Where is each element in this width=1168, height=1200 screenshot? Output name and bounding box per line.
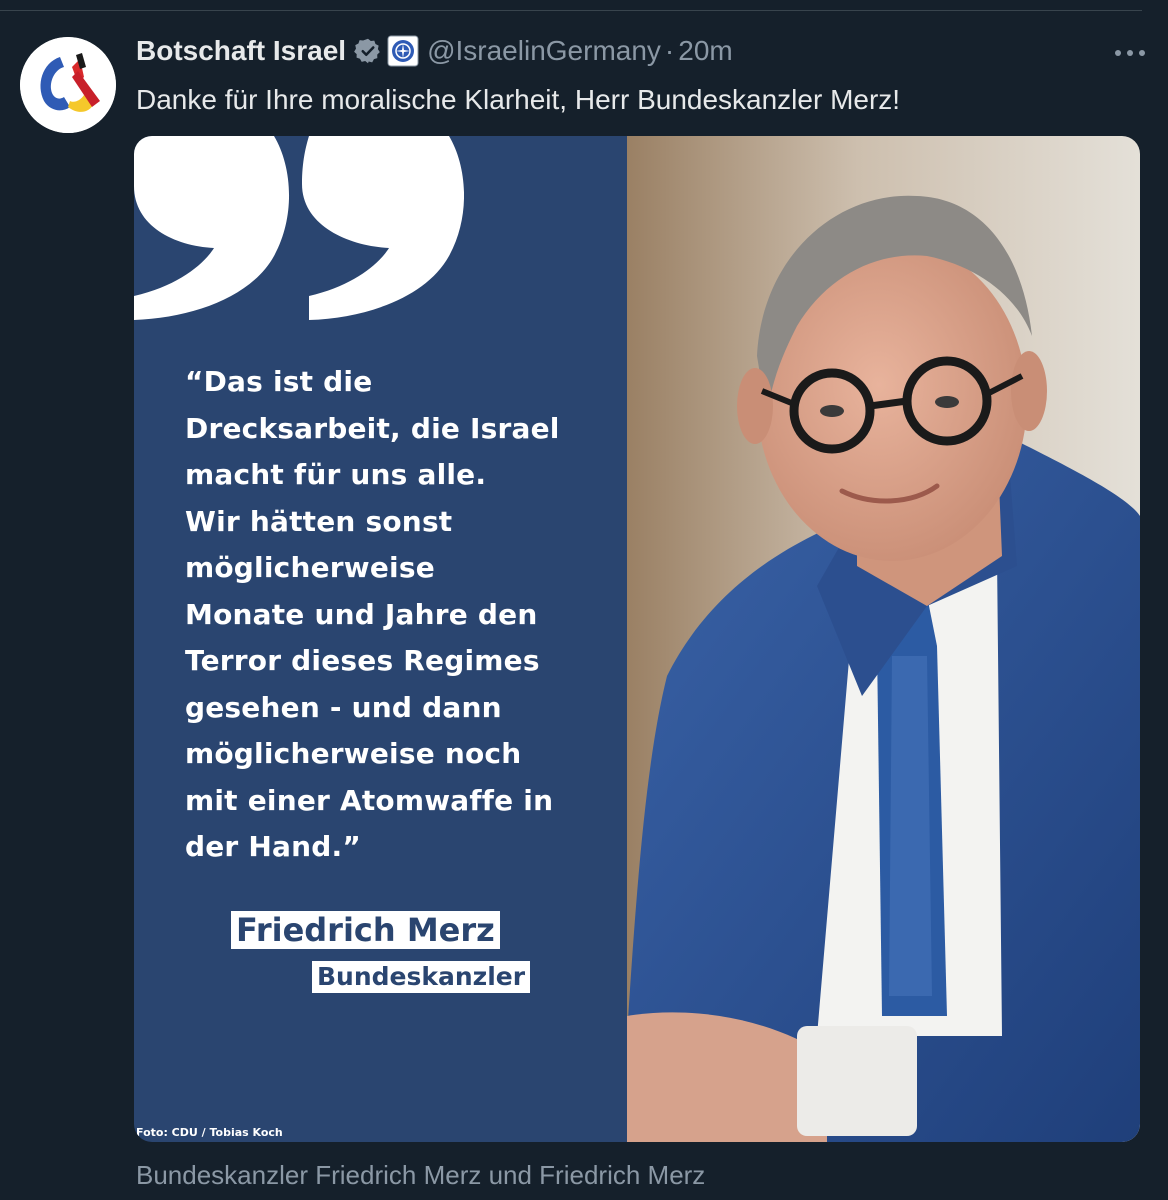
quote-panel: “Das ist die Drecksarbeit, die Israel ma… bbox=[134, 136, 627, 1142]
author-handle[interactable]: @IsraelinGermany bbox=[427, 35, 661, 67]
speaker-name: Friedrich Merz bbox=[231, 911, 500, 949]
government-affiliate-icon[interactable] bbox=[387, 35, 419, 67]
author-display-name[interactable]: Botschaft Israel bbox=[136, 35, 346, 67]
separator-dot: · bbox=[664, 35, 675, 66]
more-options-icon bbox=[1115, 50, 1145, 56]
verified-badge-icon[interactable] bbox=[354, 37, 382, 65]
tweet-media[interactable]: “Das ist die Drecksarbeit, die Israel ma… bbox=[134, 136, 1140, 1142]
tweet-text: Danke für Ihre moralische Klarheit, Herr… bbox=[136, 84, 901, 115]
top-divider bbox=[0, 10, 1142, 11]
quote-text: “Das ist die Drecksarbeit, die Israel ma… bbox=[185, 365, 560, 863]
media-caption: Bundeskanzler Friedrich Merz und Friedri… bbox=[136, 1160, 706, 1190]
embassy-logo-icon bbox=[20, 37, 116, 133]
photo-credit: Foto: CDU / Tobias Koch bbox=[136, 1126, 283, 1139]
portrait-photo bbox=[627, 136, 1140, 1142]
more-options-button[interactable] bbox=[1108, 38, 1152, 68]
author-avatar[interactable] bbox=[20, 37, 116, 133]
speaker-title: Bundeskanzler bbox=[312, 961, 531, 993]
tweet-timestamp[interactable]: 20m bbox=[678, 35, 732, 67]
tweet-header: Botschaft Israel @IsraelinGermany · 20m bbox=[136, 28, 733, 74]
quotation-mark-icon bbox=[134, 136, 464, 320]
